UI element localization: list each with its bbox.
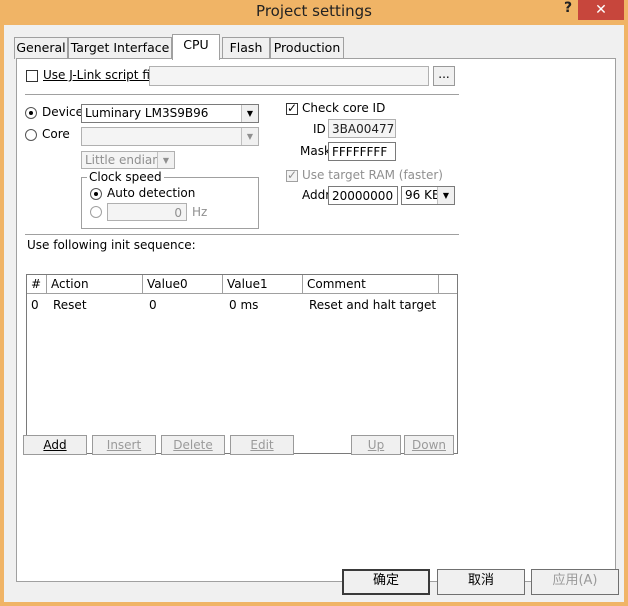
- ram-size-select[interactable]: 96 KB ▼: [401, 186, 455, 205]
- table-cell: Reset and halt target: [309, 298, 437, 312]
- auto-detection-radio[interactable]: [90, 188, 102, 200]
- delete-step-label: Delete: [173, 438, 213, 452]
- clock-speed-title: Clock speed: [87, 170, 164, 184]
- manual-clock-radio[interactable]: [90, 206, 102, 218]
- init-sequence-table[interactable]: # Action Value0 Value1 Comment 0 Reset 0…: [26, 274, 458, 454]
- device-select[interactable]: Luminary LM3S9B96 ▼: [81, 104, 259, 123]
- separator: [25, 234, 459, 236]
- column-header[interactable]: Action: [47, 275, 143, 294]
- apply-button[interactable]: 应用(A): [531, 569, 619, 595]
- column-header[interactable]: Value0: [143, 275, 223, 294]
- core-select[interactable]: ▼: [81, 127, 259, 146]
- chevron-down-icon: ▼: [241, 105, 258, 122]
- check-core-id-label: Check core ID: [302, 101, 386, 115]
- use-target-ram-label: Use target RAM (faster): [302, 168, 443, 182]
- endian-select[interactable]: Little endian ▼: [81, 151, 175, 169]
- script-file-path-input[interactable]: [149, 66, 429, 86]
- core-id-input[interactable]: 3BA00477: [328, 119, 396, 138]
- tab-general[interactable]: General: [14, 37, 68, 59]
- tab-production[interactable]: Production: [270, 37, 344, 59]
- table-cell: Reset: [53, 298, 87, 312]
- core-label: Core: [42, 127, 70, 141]
- table-cell: 0: [149, 298, 157, 312]
- separator: [25, 94, 459, 96]
- tab-cpu[interactable]: CPU: [172, 34, 220, 60]
- add-step-label: Add: [43, 438, 67, 452]
- ok-button[interactable]: 确定: [342, 569, 430, 595]
- insert-step-button[interactable]: Insert: [92, 435, 156, 455]
- ram-addr-input[interactable]: 20000000: [328, 186, 398, 205]
- hz-label: Hz: [192, 205, 208, 219]
- core-radio[interactable]: [25, 129, 37, 141]
- move-down-button[interactable]: Down: [404, 435, 454, 455]
- table-row[interactable]: 0 Reset 0 0 ms Reset and halt target: [27, 296, 457, 314]
- table-cell: 0: [31, 298, 39, 312]
- cancel-button[interactable]: 取消: [437, 569, 525, 595]
- device-label: Device: [42, 105, 84, 119]
- mask-label: Mask: [300, 144, 331, 158]
- tab-flash[interactable]: Flash: [222, 37, 270, 59]
- mask-input[interactable]: FFFFFFFF: [328, 142, 396, 161]
- script-file-checkbox[interactable]: [26, 70, 38, 82]
- column-header-filler: [439, 275, 457, 294]
- use-target-ram-checkbox[interactable]: [286, 168, 298, 182]
- dialog-client-area: General Target Interface CPU Flash Produ…: [4, 25, 624, 602]
- check-core-id-checkbox[interactable]: [286, 101, 298, 115]
- browse-script-button[interactable]: ...: [433, 66, 455, 86]
- device-select-value: Luminary LM3S9B96: [85, 106, 209, 120]
- column-header[interactable]: Comment: [303, 275, 439, 294]
- help-button[interactable]: ?: [560, 0, 576, 20]
- column-header[interactable]: Value1: [223, 275, 303, 294]
- delete-step-button[interactable]: Delete: [161, 435, 225, 455]
- auto-detection-label: Auto detection: [107, 186, 196, 200]
- ram-addr-label: Addr: [302, 188, 331, 202]
- init-sequence-label: Use following init sequence:: [27, 238, 196, 252]
- device-radio[interactable]: [25, 107, 37, 119]
- core-id-label: ID: [313, 122, 326, 136]
- ram-size-value: 96 KB: [405, 188, 441, 202]
- endian-select-value: Little endian: [85, 153, 160, 167]
- close-button[interactable]: ✕: [578, 0, 624, 20]
- edit-step-button[interactable]: Edit: [230, 435, 294, 455]
- edit-step-label: Edit: [250, 438, 274, 452]
- column-header[interactable]: #: [27, 275, 47, 294]
- chevron-down-icon: ▼: [437, 187, 454, 204]
- move-up-label: Up: [367, 438, 385, 452]
- window-title: Project settings: [256, 2, 372, 20]
- add-step-button[interactable]: Add: [23, 435, 87, 455]
- script-file-label: Use J-Link script file: [43, 68, 161, 82]
- chevron-down-icon: ▼: [157, 152, 174, 168]
- chevron-down-icon: ▼: [241, 128, 258, 145]
- insert-step-label: Insert: [106, 438, 142, 452]
- table-cell: 0 ms: [229, 298, 259, 312]
- move-up-button[interactable]: Up: [351, 435, 401, 455]
- move-down-label: Down: [411, 438, 446, 452]
- clock-speed-input[interactable]: 0: [107, 203, 187, 221]
- tab-target-interface[interactable]: Target Interface: [68, 37, 172, 59]
